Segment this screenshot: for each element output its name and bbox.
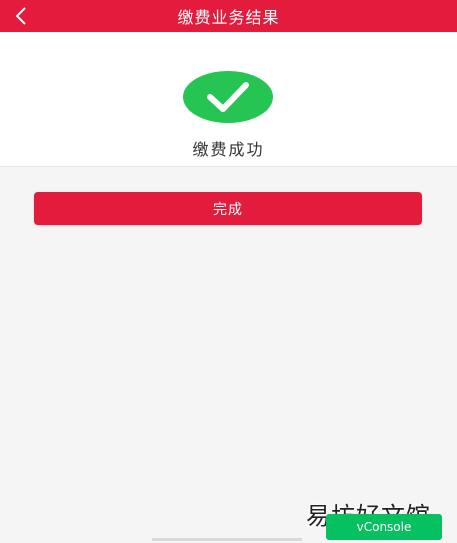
done-button[interactable]: 完成 xyxy=(34,192,422,225)
success-badge xyxy=(183,71,273,123)
payment-result-page: 缴费业务结果 缴费成功 完成 易坊好文馆 vConsole xyxy=(0,0,457,543)
back-button[interactable] xyxy=(14,0,46,32)
result-status-text: 缴费成功 xyxy=(192,140,265,159)
nav-bar: 缴费业务结果 xyxy=(0,0,457,32)
result-panel: 缴费成功 xyxy=(0,32,457,167)
page-title: 缴费业务结果 xyxy=(177,8,280,27)
checkmark-icon xyxy=(183,71,273,123)
vconsole-button[interactable]: vConsole xyxy=(326,514,442,540)
chevron-left-icon xyxy=(15,7,26,25)
home-indicator xyxy=(152,538,302,541)
